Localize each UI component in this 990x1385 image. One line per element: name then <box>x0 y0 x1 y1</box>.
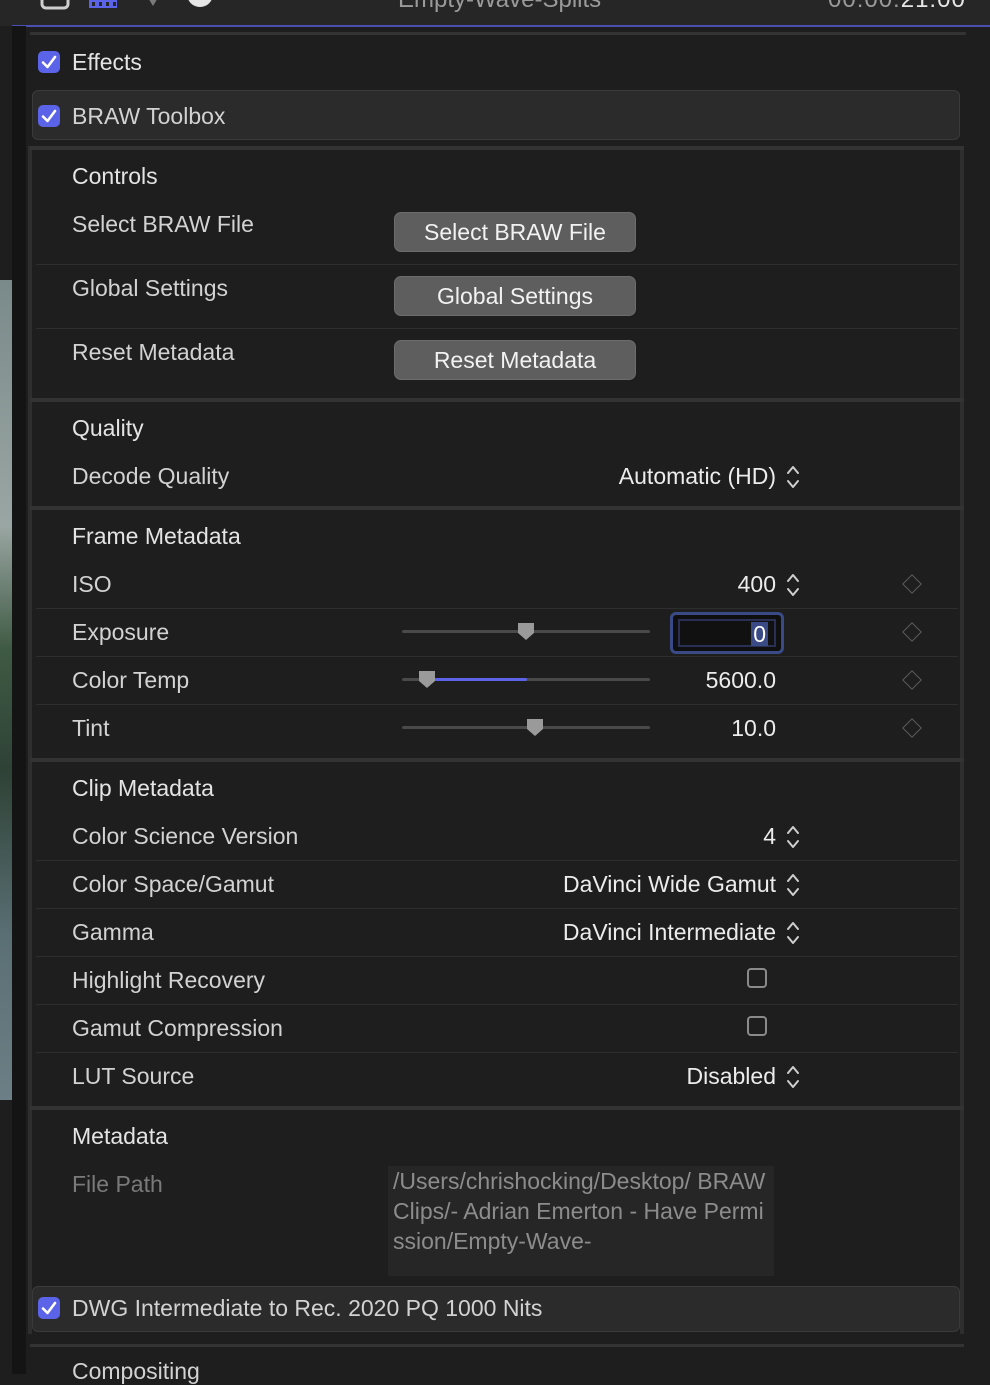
clip-metadata-heading: Clip Metadata <box>72 775 214 801</box>
file-path-value: /Users/chrishocking/Desktop/ BRAW Clips/… <box>393 1168 766 1254</box>
dwg-effect-label: DWG Intermediate to Rec. 2020 PQ 1000 Ni… <box>72 1295 543 1321</box>
quality-heading: Quality <box>72 415 144 441</box>
checkmark-icon <box>41 55 57 69</box>
row-divider <box>36 956 958 957</box>
divider <box>30 146 964 150</box>
global-settings-label: Global Settings <box>72 275 228 301</box>
divider <box>30 1106 964 1110</box>
tint-slider-thumb[interactable] <box>525 718 545 738</box>
iso-label: ISO <box>72 571 112 597</box>
color-temp-value[interactable]: 5600.0 <box>706 667 776 694</box>
controls-heading: Controls <box>72 163 158 189</box>
divider <box>30 1344 964 1347</box>
timecode: 00:00:21:00 <box>828 0 966 14</box>
exposure-slider-thumb[interactable] <box>516 622 536 642</box>
highlight-recovery-checkbox[interactable] <box>747 968 767 988</box>
updown-chevron-icon[interactable] <box>786 872 800 898</box>
file-path-label: File Path <box>72 1171 163 1197</box>
color-space-label: Color Space/Gamut <box>72 871 274 897</box>
checkmark-icon <box>41 109 57 123</box>
divider <box>30 506 964 510</box>
row-divider <box>36 1004 958 1005</box>
gamma-label: Gamma <box>72 919 154 945</box>
compositing-heading: Compositing <box>72 1358 200 1384</box>
exposure-label: Exposure <box>72 619 170 645</box>
info-icon[interactable] <box>186 0 216 10</box>
braw-toolbox-checkbox[interactable] <box>38 105 60 127</box>
gamut-compression-checkbox[interactable] <box>747 1016 767 1036</box>
toolbar-underline <box>12 25 990 27</box>
file-path-field: /Users/chrishocking/Desktop/ BRAW Clips/… <box>388 1166 774 1276</box>
group-border-right <box>960 146 964 1334</box>
clip-title: Empty-Wave-Splits <box>398 0 601 14</box>
panel-gutter <box>12 26 26 1374</box>
select-braw-file-button[interactable]: Select BRAW File <box>394 212 636 252</box>
updown-chevron-icon[interactable] <box>786 572 800 598</box>
divider <box>30 32 966 35</box>
updown-chevron-icon[interactable] <box>786 920 800 946</box>
metadata-heading: Metadata <box>72 1123 168 1149</box>
effects-label: Effects <box>72 49 142 75</box>
exposure-value: 0 <box>751 621 768 647</box>
dwg-effect-checkbox[interactable] <box>38 1297 60 1319</box>
color-science-version-label: Color Science Version <box>72 823 299 849</box>
group-border-left <box>28 146 32 1334</box>
reset-metadata-label: Reset Metadata <box>72 339 235 365</box>
color-temp-slider-fill <box>426 678 528 681</box>
row-divider <box>36 264 958 265</box>
decode-quality-value[interactable]: Automatic (HD) <box>619 463 776 490</box>
divider <box>30 398 964 402</box>
viewer-edge <box>0 280 12 1100</box>
lut-source-value[interactable]: Disabled <box>687 1063 777 1090</box>
tint-value[interactable]: 10.0 <box>731 715 776 742</box>
row-divider <box>36 608 958 609</box>
image-inspector-icon[interactable] <box>40 0 70 10</box>
color-temp-label: Color Temp <box>72 667 190 693</box>
color-icon[interactable] <box>138 0 168 10</box>
gamut-compression-label: Gamut Compression <box>72 1015 283 1041</box>
updown-chevron-icon[interactable] <box>786 824 800 850</box>
global-settings-button[interactable]: Global Settings <box>394 276 636 316</box>
tint-label: Tint <box>72 715 110 741</box>
row-divider <box>36 1052 958 1053</box>
updown-chevron-icon[interactable] <box>786 1064 800 1090</box>
color-space-value[interactable]: DaVinci Wide Gamut <box>563 871 776 898</box>
row-divider <box>36 656 958 657</box>
highlight-recovery-label: Highlight Recovery <box>72 967 266 993</box>
row-divider <box>36 328 958 329</box>
effects-checkbox[interactable] <box>38 51 60 73</box>
braw-toolbox-label: BRAW Toolbox <box>72 103 226 129</box>
lut-source-label: LUT Source <box>72 1063 195 1089</box>
divider <box>30 758 964 762</box>
color-science-version-value[interactable]: 4 <box>763 823 776 850</box>
checkmark-icon <box>41 1301 57 1315</box>
updown-chevron-icon[interactable] <box>786 464 800 490</box>
iso-value[interactable]: 400 <box>738 571 776 598</box>
row-divider <box>36 860 958 861</box>
gamma-value[interactable]: DaVinci Intermediate <box>563 919 776 946</box>
color-temp-slider-thumb[interactable] <box>417 670 437 690</box>
select-braw-file-label: Select BRAW File <box>72 211 254 237</box>
frame-metadata-heading: Frame Metadata <box>72 523 241 549</box>
exposure-value-field[interactable]: 0 <box>670 612 784 654</box>
row-divider <box>36 704 958 705</box>
row-divider <box>36 908 958 909</box>
reset-metadata-button[interactable]: Reset Metadata <box>394 340 636 380</box>
decode-quality-label: Decode Quality <box>72 463 230 489</box>
film-icon[interactable] <box>88 0 118 10</box>
inspector-toolbar: Empty-Wave-Splits 00:00:21:00 <box>0 0 990 26</box>
